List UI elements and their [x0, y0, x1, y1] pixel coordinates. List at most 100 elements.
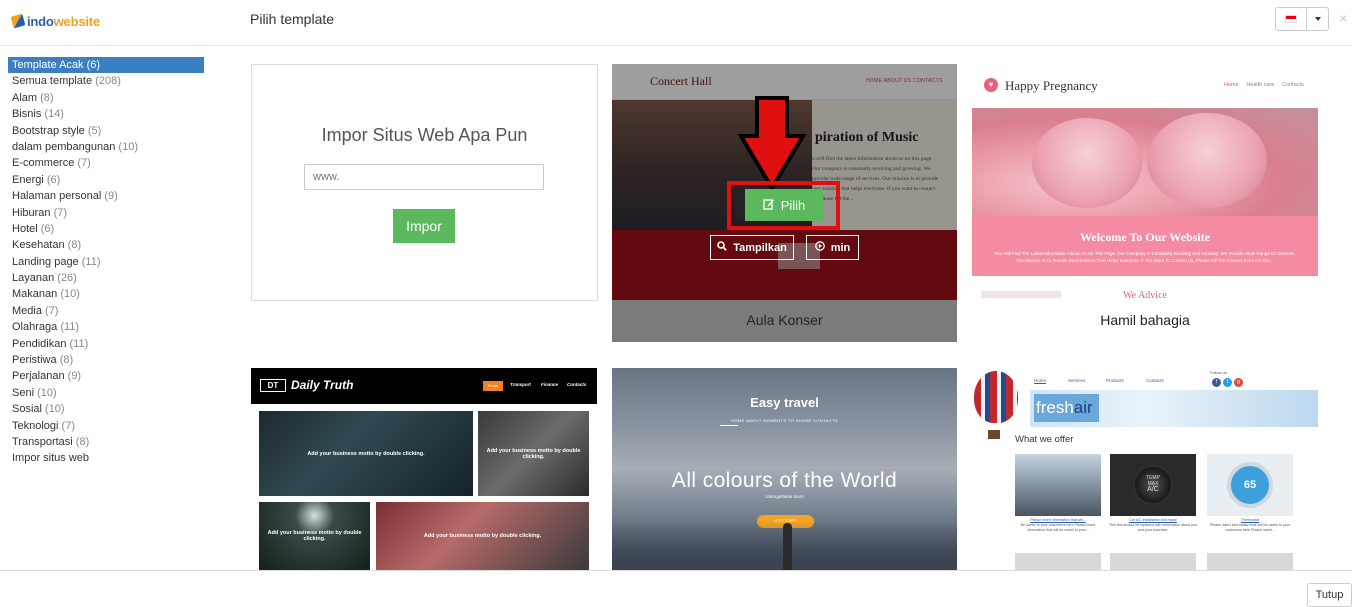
category-item[interactable]: Pendidikan (11)	[8, 336, 204, 352]
close-icon[interactable]: ×	[1339, 10, 1347, 26]
template-brand: Happy Pregnancy	[1005, 78, 1098, 93]
template-card-easy-travel[interactable]: Easy travel HOME ABOUT MOMENTS TO SHARE …	[612, 368, 957, 570]
category-item[interactable]: Sosial (10)	[8, 401, 204, 417]
category-item[interactable]: Hiburan (7)	[8, 205, 204, 221]
template-caption: Aula Konser	[746, 312, 823, 328]
tile-row2-3	[1207, 553, 1293, 570]
import-button[interactable]: Impor	[393, 209, 455, 243]
modal-header: indowebsite Pilih template ×	[0, 0, 1352, 46]
category-count: (26)	[57, 272, 77, 285]
category-item[interactable]: Makanan (10)	[8, 286, 204, 302]
category-count: (14)	[44, 108, 64, 121]
nav-finance: Finance	[541, 382, 559, 387]
welcome-text: You Will Find The Latest Information Abo…	[994, 251, 1296, 263]
category-item[interactable]: Bootstrap style (5)	[8, 123, 204, 139]
tile-row2-1	[1015, 553, 1101, 570]
category-label: Media	[12, 304, 42, 317]
category-item[interactable]: Seni (10)	[8, 385, 204, 401]
category-label: Halaman personal	[12, 190, 102, 203]
category-item[interactable]: Layanan (26)	[8, 270, 204, 286]
category-item[interactable]: Halaman personal (9)	[8, 188, 204, 204]
tile-row2-2	[1110, 553, 1196, 570]
template-card-pregnancy[interactable]: ♥ Happy Pregnancy Home Health care Conta…	[972, 64, 1318, 342]
tile-caption-1: Please insert information that will... B…	[1013, 518, 1103, 533]
category-count: (5)	[87, 124, 102, 137]
category-item[interactable]: Kesehatan (8)	[8, 237, 204, 253]
tile-text-3: Please insert information that will be u…	[1209, 523, 1291, 532]
preview-label: Tampilkan	[733, 241, 787, 254]
category-label: Semua template	[12, 75, 93, 88]
category-item[interactable]: Landing page (11)	[8, 254, 204, 270]
category-count: (11)	[81, 255, 101, 268]
category-item[interactable]: Hotel (6)	[8, 221, 204, 237]
category-count: (11)	[60, 321, 80, 334]
category-item[interactable]: Peristiwa (8)	[8, 352, 204, 368]
scrollbar[interactable]	[1346, 46, 1352, 570]
category-count: (9)	[67, 370, 82, 383]
category-item[interactable]: E-commerce (7)	[8, 155, 204, 171]
chevron-down-icon	[1314, 17, 1321, 21]
ac-label: A/C	[1147, 486, 1159, 493]
tile-car-ac: TEMP MAX A/C	[1110, 454, 1196, 516]
logo-icon	[10, 13, 26, 29]
play-icon	[814, 241, 825, 254]
category-label: Makanan	[12, 288, 58, 301]
thermostat-gauge: 65	[1227, 462, 1273, 508]
category-item[interactable]: Template Acak (6)	[8, 57, 204, 74]
category-item[interactable]: Transportasi (8)	[8, 434, 204, 450]
demo-button[interactable]: min	[806, 235, 859, 260]
category-count: (7)	[45, 304, 59, 317]
category-count: (6)	[46, 173, 61, 186]
logo-text-website: website	[53, 13, 100, 29]
category-item[interactable]: Media (7)	[8, 303, 204, 319]
tile-mountains: Add your business motto by double clicki…	[259, 411, 473, 496]
language-button[interactable]	[1275, 7, 1307, 31]
category-count: (10)	[60, 288, 80, 301]
category-item[interactable]: Impor situs web	[8, 450, 204, 466]
category-count: (6)	[86, 59, 101, 71]
nav-contacts: Contacts	[1282, 82, 1304, 88]
category-label: Hotel	[12, 222, 38, 235]
tile-stadium: Add your business motto by double clicki…	[259, 502, 370, 570]
category-count: (11)	[69, 337, 89, 350]
category-item[interactable]: Semua template (208)	[8, 73, 204, 89]
template-caption: Hamil bahagia	[1100, 312, 1190, 328]
language-dropdown-toggle[interactable]	[1307, 7, 1329, 31]
category-label: Peristiwa	[12, 354, 57, 367]
category-item[interactable]: dalam pembangunan (10)	[8, 139, 204, 155]
tile-football: Add your business motto by double clicki…	[376, 502, 589, 570]
category-count: (8)	[67, 239, 82, 252]
category-label: Perjalanan	[12, 370, 65, 383]
category-count: (9)	[104, 190, 118, 203]
hero-heading: All colours of the World	[671, 469, 898, 492]
nav-active-underline	[720, 425, 738, 426]
category-item[interactable]: Bisnis (14)	[8, 106, 204, 122]
category-count: (7)	[61, 419, 75, 432]
nav-contacts: Contacts	[1146, 378, 1164, 383]
person-silhouette	[783, 523, 792, 570]
category-sidebar: Template Acak (6) Semua template (208) Ala…	[8, 57, 204, 467]
category-label: Transportasi	[12, 435, 73, 448]
preview-button[interactable]: Tampilkan	[710, 235, 794, 260]
baby-shoes-photo	[972, 108, 1318, 216]
balloon-basket	[988, 430, 1000, 439]
search-icon	[717, 241, 728, 254]
category-count: (8)	[59, 354, 74, 367]
tile-riders: Add your business motto by double clicki…	[478, 411, 589, 496]
import-url-input[interactable]	[304, 164, 544, 190]
category-label: Template Acak	[12, 59, 84, 71]
category-item[interactable]: Alam (8)	[8, 90, 204, 106]
close-button[interactable]: Tutup	[1307, 583, 1352, 607]
category-item[interactable]: Energi (6)	[8, 172, 204, 188]
welcome-heading: Welcome To Our Website	[1080, 230, 1210, 244]
category-count: (7)	[53, 206, 68, 219]
template-card-freshair[interactable]: Home Services Products Contacts Follow u…	[972, 368, 1318, 570]
tile-text-1: Be useful to your customers here Please …	[1020, 523, 1096, 532]
hot-air-balloon-icon	[974, 371, 1018, 423]
welcome-band	[972, 216, 1318, 276]
category-item[interactable]: Olahraga (11)	[8, 319, 204, 335]
template-card-daily-truth[interactable]: DT Daily Truth Home Transport Finance Co…	[251, 368, 597, 570]
category-item[interactable]: Teknologi (7)	[8, 418, 204, 434]
category-count: (8)	[40, 91, 54, 104]
category-item[interactable]: Perjalanan (9)	[8, 368, 204, 384]
